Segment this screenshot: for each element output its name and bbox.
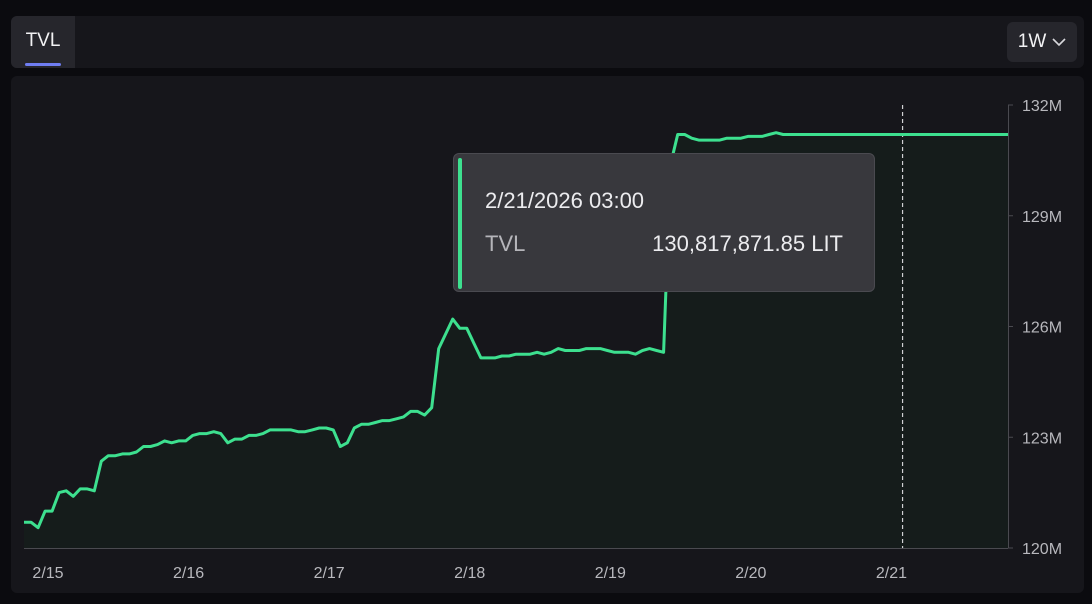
x-tick-label: 2/18	[454, 565, 485, 582]
tooltip-value: 130,817,871.85 LIT	[652, 231, 843, 256]
time-range-dropdown[interactable]: 1W	[1007, 22, 1077, 62]
tooltip-series-marker	[458, 158, 462, 289]
tooltip-series-label: TVL	[485, 231, 526, 256]
y-tick-label: 120M	[1022, 541, 1062, 558]
toolbar: TVL 1W	[11, 16, 1084, 68]
tab-tvl-label: TVL	[25, 30, 61, 51]
tab-tvl[interactable]: TVL	[11, 16, 75, 68]
x-tick-label: 2/21	[876, 565, 907, 582]
tooltip-date: 2/21/2026 03:00	[485, 188, 645, 213]
tab-active-underline	[25, 63, 61, 66]
chevron-down-icon	[1052, 37, 1066, 47]
chart-tooltip: 2/21/2026 03:00 TVL 130,817,871.85 LIT	[453, 153, 875, 292]
x-tick-label: 2/16	[173, 565, 204, 582]
x-tick-label: 2/15	[32, 565, 63, 582]
x-tick-label: 2/20	[735, 565, 766, 582]
y-tick-label: 126M	[1022, 320, 1062, 337]
y-tick-label: 129M	[1022, 209, 1062, 226]
y-tick-label: 123M	[1022, 430, 1062, 447]
time-range-label: 1W	[1017, 31, 1047, 52]
x-tick-label: 2/17	[314, 565, 345, 582]
x-tick-label: 2/19	[595, 565, 626, 582]
y-tick-label: 132M	[1022, 98, 1062, 115]
